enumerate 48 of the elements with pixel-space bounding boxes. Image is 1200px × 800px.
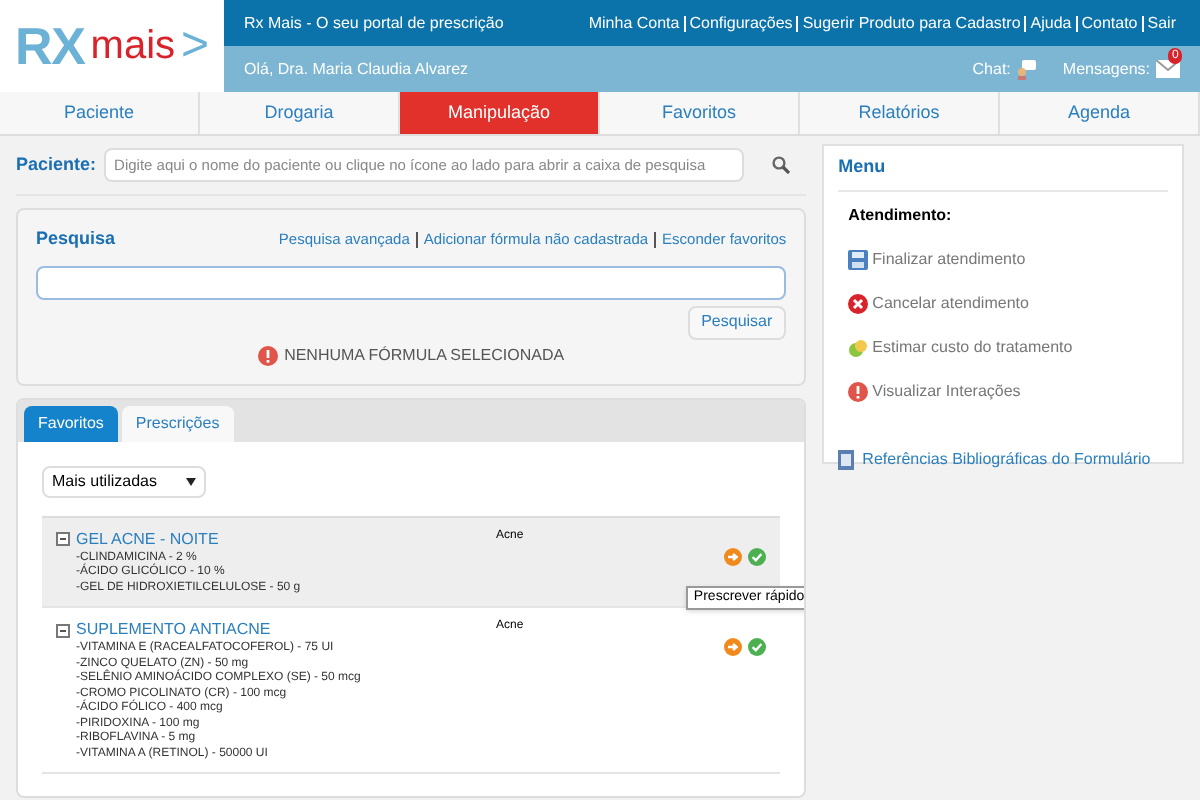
search-button[interactable]: Pesquisar <box>687 305 787 339</box>
chat-label: Chat: <box>972 57 1011 81</box>
search-title: Pesquisa <box>36 226 116 252</box>
nav-tab[interactable]: Agenda <box>1000 92 1200 134</box>
references-link[interactable]: Referências Bibliográficas do Formulário <box>838 447 1168 471</box>
tab[interactable]: Prescrições <box>121 405 234 441</box>
warning-icon <box>848 381 869 401</box>
greeting: Olá, Dra. Maria Claudia Alvarez <box>244 57 469 81</box>
menu-title: Menu <box>838 154 1168 191</box>
formula-name[interactable]: GEL ACNE - NOITE <box>76 527 219 551</box>
patient-label: Paciente: <box>16 151 97 178</box>
menu-item[interactable]: Finalizar atendimento <box>848 247 1168 271</box>
envelope-icon[interactable] <box>1156 60 1180 78</box>
menu-item[interactable]: Cancelar atendimento <box>848 291 1168 315</box>
nav-tab[interactable]: Favoritos <box>600 92 800 134</box>
tagline: Rx Mais - O seu portal de prescrição <box>244 11 504 35</box>
coins-icon <box>848 337 869 357</box>
chat-icon[interactable] <box>1016 59 1037 79</box>
header-link[interactable]: Configurações <box>683 15 797 31</box>
caret-icon <box>186 477 196 485</box>
check-icon[interactable] <box>748 547 767 565</box>
menu-item[interactable]: Estimar custo do tratamento <box>848 335 1168 359</box>
section-title: Atendimento: <box>848 203 954 227</box>
messages-label: Mensagens: <box>1062 57 1150 81</box>
arrow-right-icon[interactable] <box>724 638 743 656</box>
header-link[interactable]: Minha Conta <box>584 15 684 31</box>
header-link[interactable]: Ajuda <box>1024 15 1076 31</box>
header-link[interactable]: Contato <box>1075 15 1142 31</box>
collapse-icon[interactable] <box>56 623 70 637</box>
tab[interactable]: Favoritos <box>24 405 118 441</box>
nav-tab[interactable]: Manipulação <box>400 92 600 134</box>
no-formula-notice: NENHUMA FÓRMULA SELECIONADA <box>284 343 565 367</box>
logo[interactable]: RXmais> <box>0 0 224 92</box>
close-icon <box>848 293 869 313</box>
menu-item[interactable]: Visualizar Interações <box>848 379 1168 403</box>
warning-icon <box>258 345 279 365</box>
nav-tab[interactable]: Relatórios <box>800 92 1000 134</box>
filter-dropdown[interactable]: Mais utilizadas <box>42 465 206 497</box>
nav-tab[interactable]: Paciente <box>0 92 200 134</box>
header-link[interactable]: Sair <box>1141 15 1180 31</box>
book-icon <box>838 449 855 469</box>
search-icon[interactable] <box>772 156 791 174</box>
formula-name[interactable]: SUPLEMENTO ANTIACNE <box>76 618 271 642</box>
header-link[interactable]: Sugerir Produto para Cadastro <box>796 15 1025 31</box>
arrow-right-icon[interactable] <box>724 547 743 565</box>
check-icon[interactable] <box>748 638 767 656</box>
collapse-icon[interactable] <box>56 532 70 546</box>
formula-search-field[interactable] <box>36 265 787 299</box>
